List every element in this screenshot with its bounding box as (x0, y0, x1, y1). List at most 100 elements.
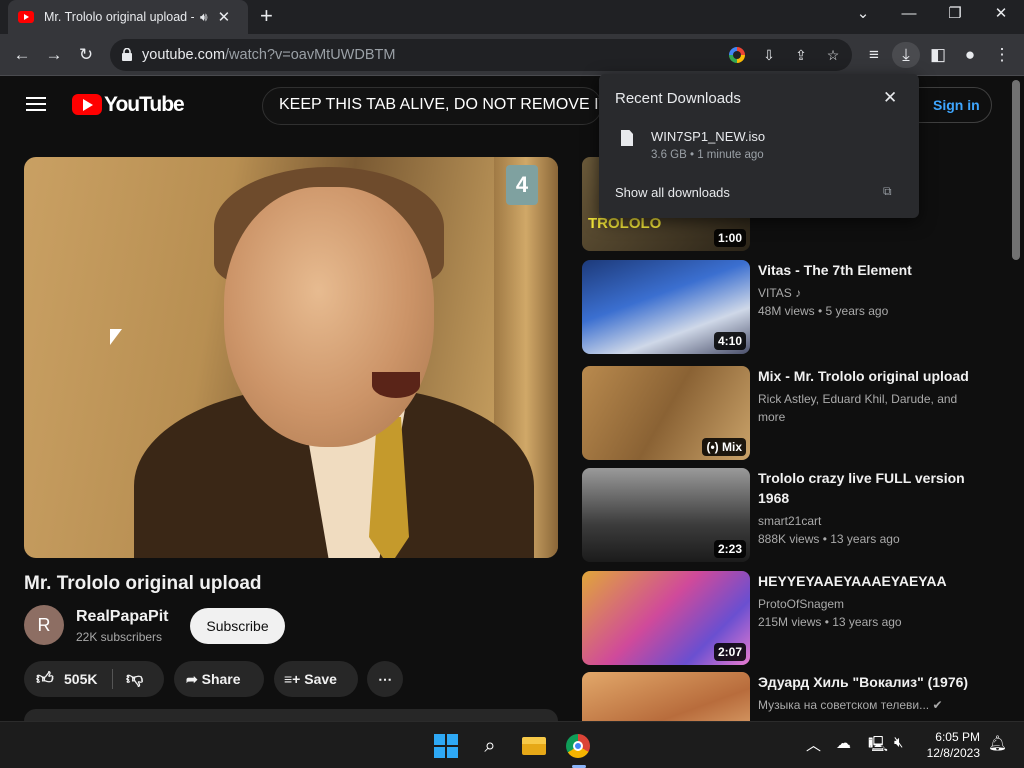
recommendation-channel[interactable]: ProtoOfSnagem (758, 595, 988, 613)
recommendation-item[interactable]: 2:23 Trololo crazy live FULL version 196… (582, 468, 1002, 564)
windows-taskbar: ⌕ ︿ ☁ 🖳︎ 🔇︎ 6:05 PM 12/8/2023 🔔︎ (0, 721, 1024, 768)
youtube-wordmark[interactable]: YouTube (104, 93, 185, 117)
thumbnail[interactable] (582, 672, 750, 721)
subscriber-count: 22K subscribers (76, 630, 163, 644)
like-count[interactable]: 505K (64, 661, 97, 697)
hamburger-menu-icon[interactable] (26, 97, 46, 111)
share-arrow-icon: ➦ (186, 671, 198, 687)
clock-time: 6:05 PM (935, 730, 980, 744)
recommendation-stats: 48M views • 5 years ago (758, 304, 889, 318)
subscribe-button[interactable]: Subscribe (190, 608, 285, 644)
video-player[interactable]: 4 (24, 157, 558, 558)
new-tab-button[interactable]: + (260, 4, 273, 28)
reload-button[interactable]: ↻ (72, 42, 100, 68)
download-file-name[interactable]: WIN7SP1_NEW.iso (651, 129, 765, 144)
add-to-playlist-icon: ≡+ (284, 671, 301, 687)
recommendation-title[interactable]: Trololo crazy live FULL version 1968 (758, 468, 988, 508)
notification-bell-icon[interactable]: 🔔︎ (988, 734, 1007, 752)
youtube-logo-icon[interactable] (72, 94, 102, 115)
tab-title: Mr. Trololo original upload - (44, 10, 194, 24)
recommendation-channel[interactable]: smart21cart (758, 512, 988, 530)
page-scrollbar[interactable] (1012, 80, 1020, 260)
download-file-meta: 3.6 GB • 1 minute ago (651, 149, 764, 161)
sign-in-label: Sign in (933, 97, 980, 113)
thumbs-down-icon[interactable]: 👎︎ (126, 661, 143, 697)
bookmark-star-icon[interactable]: ☆ (820, 43, 846, 67)
minimize-button[interactable]: — (894, 4, 924, 24)
divider (112, 669, 113, 689)
video-figure-mouth (372, 372, 420, 398)
system-clock[interactable]: 6:05 PM 12/8/2023 (920, 729, 980, 761)
video-figure-face (224, 187, 434, 447)
browser-toolbar: ← → ↻ youtube.com/watch?v=oavMtUWDBTM ⇩ … (0, 34, 1024, 76)
recommendation-title[interactable]: Vitas - The 7th Element (758, 260, 988, 280)
thumbnail[interactable]: (•) Mix (582, 366, 750, 460)
search-input[interactable]: KEEP THIS TAB ALIVE, DO NOT REMOVE IT. (262, 87, 602, 125)
tab-close-icon[interactable]: ✕ (218, 8, 231, 26)
recommendation-title[interactable]: HEYYEYAAEYAAAEYAEYAA (758, 571, 988, 591)
install-app-icon[interactable]: ⇩ (756, 43, 782, 67)
chrome-icon[interactable] (562, 730, 594, 762)
network-icon[interactable]: 🖳︎ (868, 734, 888, 759)
side-panel-icon[interactable]: ◧ (924, 42, 952, 68)
volume-muted-icon[interactable]: 🔇︎ (894, 734, 903, 751)
mouse-cursor-icon (110, 329, 122, 345)
recommendation-channel[interactable]: VITAS ♪ (758, 284, 988, 302)
duration-badge: 2:07 (713, 643, 746, 661)
browser-tab[interactable]: Mr. Trololo original upload - 🔊︎ ✕ (8, 0, 248, 34)
google-icon[interactable] (724, 43, 750, 67)
url-text: youtube.com/watch?v=oavMtUWDBTM (142, 47, 396, 63)
tab-search-chevron-icon[interactable]: ⌄ (848, 4, 878, 24)
recommendation-stats: more (758, 410, 786, 424)
recommendation-item[interactable]: (•) Mix Mix - Mr. Trololo original uploa… (582, 366, 1002, 462)
recommendation-item[interactable]: 4:10 Vitas - The 7th Element VITAS ♪ 48M… (582, 260, 1002, 356)
profile-icon[interactable]: ● (956, 42, 984, 68)
recommendation-channel[interactable]: Rick Astley, Eduard Khil, Darude, and (758, 390, 988, 408)
channel-4-badge: 4 (506, 165, 538, 205)
like-dislike-pill: 👍︎ 505K 👎︎ (24, 661, 164, 697)
mix-badge: (•) Mix (702, 438, 746, 456)
lock-icon (122, 48, 132, 61)
onedrive-icon[interactable]: ☁ (836, 734, 851, 752)
channel-name[interactable]: RealPapaPit (76, 608, 168, 626)
reading-list-icon[interactable]: ≡ (860, 42, 888, 68)
thumbs-up-icon[interactable]: 👍︎ (36, 661, 54, 697)
downloads-popup: Recent Downloads ✕ WIN7SP1_NEW.iso 3.6 G… (599, 74, 919, 218)
recommendation-title[interactable]: Mix - Mr. Trololo original upload (758, 366, 988, 386)
address-bar[interactable]: youtube.com/watch?v=oavMtUWDBTM ⇩ ⇪ ☆ (110, 39, 852, 71)
thumbnail[interactable]: 4:10 (582, 260, 750, 354)
share-label: Share (201, 671, 241, 687)
menu-kebab-icon[interactable]: ⋮ (988, 42, 1016, 68)
external-link-icon[interactable]: ⧉ (883, 184, 892, 199)
screen: Mr. Trololo original upload - 🔊︎ ✕ + ⌄ —… (0, 0, 1024, 768)
close-window-button[interactable]: ✕ (986, 4, 1016, 24)
channel-avatar[interactable]: R (24, 605, 64, 645)
restore-button[interactable]: ❐ (940, 4, 970, 24)
recommendation-stats: 215M views • 13 years ago (758, 615, 902, 629)
tray-chevron-icon[interactable]: ︿ (806, 734, 821, 755)
back-button[interactable]: ← (8, 42, 36, 68)
video-title: Mr. Trololo original upload (24, 573, 262, 594)
forward-button[interactable]: → (40, 42, 68, 68)
youtube-favicon-icon (18, 11, 34, 23)
show-all-downloads-link[interactable]: Show all downloads (615, 185, 730, 200)
thumbnail[interactable]: 2:07 (582, 571, 750, 665)
thumbnail[interactable]: 2:23 (582, 468, 750, 562)
more-actions-button[interactable]: ⋯ (367, 661, 403, 697)
start-button[interactable] (430, 730, 462, 762)
file-explorer-icon[interactable] (518, 730, 550, 762)
recommendation-item[interactable]: 2:07 HEYYEYAAEYAAAEYAEYAA ProtoOfSnagem … (582, 571, 1002, 667)
speaker-icon[interactable]: 🔊︎ (200, 10, 208, 25)
windows-logo-icon (434, 734, 458, 758)
downloads-icon[interactable]: ⤓ (892, 42, 920, 68)
close-icon[interactable]: ✕ (883, 88, 897, 108)
recommendation-item[interactable]: Эдуард Хиль "Вокализ" (1976) Музыка на с… (582, 672, 1002, 721)
share-icon[interactable]: ⇪ (788, 43, 814, 67)
recommendation-title[interactable]: Эдуард Хиль "Вокализ" (1976) (758, 672, 988, 692)
file-icon (621, 130, 633, 146)
downloads-header: Recent Downloads (615, 90, 741, 107)
search-icon[interactable]: ⌕ (474, 730, 506, 762)
save-button[interactable]: ≡+ Save (274, 661, 358, 697)
recommendation-channel[interactable]: Музыка на советском телеви... ✔ (758, 696, 988, 714)
share-button[interactable]: ➦ Share (174, 661, 264, 697)
